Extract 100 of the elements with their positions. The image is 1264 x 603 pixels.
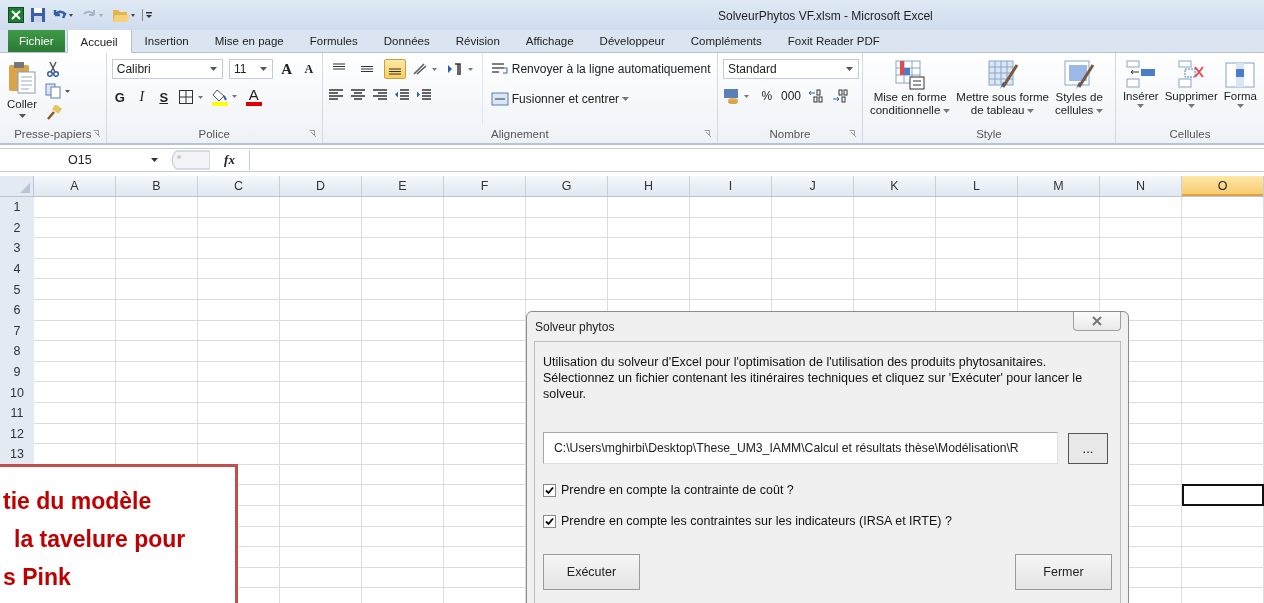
row-header[interactable]: 1 (0, 197, 34, 218)
paintbrush-icon[interactable] (45, 105, 64, 121)
row-header[interactable]: 2 (0, 217, 34, 239)
dialog-launcher-icon[interactable] (308, 130, 317, 138)
percent-button[interactable]: % (758, 89, 775, 103)
align-left-icon[interactable] (327, 88, 344, 102)
row-header[interactable]: 5 (0, 279, 34, 300)
caret-icon (1236, 104, 1244, 108)
row-header[interactable]: 3 (0, 238, 34, 259)
dialog-button[interactable]: Fermer (1015, 554, 1112, 590)
file-path-field[interactable]: C:\Users\mghirbi\Desktop\These_UM3_IAMM\Calcul et résultats thèse\Modélisation\R (543, 432, 1058, 464)
merge-cells-icon (490, 92, 509, 106)
customize-toolbar-icon[interactable] (142, 8, 152, 22)
paragraph-direction-icon[interactable] (445, 62, 476, 76)
italic-button[interactable]: I (133, 89, 150, 105)
row-header[interactable]: 11 (0, 402, 34, 424)
decrease-indent-icon[interactable] (393, 88, 410, 102)
wrap-text-button[interactable]: Renvoyer à la ligne automatiquement (490, 59, 711, 79)
active-cell-border[interactable] (1182, 484, 1264, 507)
clipboard-icon (7, 61, 37, 95)
dialog-button[interactable]: Exécuter (543, 554, 640, 590)
column-header[interactable]: F (444, 176, 526, 196)
checkbox[interactable] (543, 514, 556, 528)
ribbon-tab[interactable]: Formules (296, 30, 371, 52)
insert-function-button[interactable]: fx (210, 150, 250, 170)
font-name-dropdown[interactable]: Calibri (111, 59, 223, 79)
style-button[interactable]: Styles de cellules (1052, 57, 1106, 119)
paint-bucket-icon[interactable] (211, 88, 240, 106)
ribbon-tab[interactable]: Révision (442, 30, 513, 52)
copy-icon[interactable] (45, 83, 72, 99)
row-header[interactable]: 7 (0, 320, 34, 342)
name-box[interactable]: O15 (6, 150, 166, 170)
checkbox[interactable] (543, 483, 556, 497)
close-button[interactable] (1073, 312, 1121, 331)
format-cells-icon (1224, 59, 1257, 89)
row-header[interactable]: 12 (0, 423, 34, 445)
ribbon-tab[interactable]: Compléments (677, 30, 775, 52)
style-button[interactable]: Mise en forme conditionnelle (867, 57, 953, 119)
align-right-icon[interactable] (371, 88, 388, 102)
dialog-description: Utilisation du solveur d'Excel pour l'optimisation de l'utilisation des produits phytosanitaires. Sélectionnez un fichier contenant les itinéraires techniques et cliquez sur 'Exécuter' pour lancer le solveur. (543, 354, 1084, 402)
callout-text: s Pink (3, 563, 71, 592)
orientation-icon[interactable] (411, 62, 440, 76)
column-header[interactable]: H (608, 176, 690, 196)
ribbon-tab[interactable]: Affichage (512, 30, 587, 52)
file-tab[interactable]: Fichier (8, 30, 65, 52)
row-header[interactable]: 10 (0, 382, 34, 403)
cells-button[interactable]: Supprimer (1162, 57, 1220, 110)
column-header[interactable]: A (34, 176, 116, 196)
grow-font-button[interactable]: A (278, 60, 295, 78)
row-header[interactable]: 6 (0, 299, 34, 321)
row-header[interactable]: 9 (0, 361, 34, 383)
font-color-button[interactable]: A (245, 88, 262, 106)
column-header[interactable]: O (1182, 176, 1264, 196)
bold-button[interactable]: G (111, 89, 128, 105)
underline-button[interactable]: S (155, 89, 172, 105)
row-header[interactable]: 4 (0, 258, 34, 280)
row-header[interactable]: 8 (0, 341, 34, 362)
merge-center-button[interactable]: Fusionner et centrer (490, 89, 711, 109)
align-center-icon[interactable] (349, 88, 366, 102)
column-header[interactable]: G (526, 176, 608, 196)
column-header[interactable]: I (690, 176, 772, 196)
cells-button[interactable]: Insérer (1120, 57, 1161, 110)
column-header[interactable]: L (936, 176, 1018, 196)
dialog-launcher-icon[interactable] (703, 130, 712, 138)
column-header[interactable]: B (116, 176, 198, 196)
column-header[interactable]: J (772, 176, 854, 196)
ribbon-tab[interactable]: Mise en page (201, 30, 297, 52)
column-header[interactable]: M (1018, 176, 1100, 196)
paste-button[interactable]: Coller (5, 57, 40, 120)
increase-indent-icon[interactable] (415, 88, 432, 102)
increase-decimal-icon[interactable] (807, 88, 825, 104)
ribbon-tab[interactable]: Foxit Reader PDF (774, 30, 893, 52)
callout-text: tie du modèle (3, 487, 152, 516)
ribbon-tab[interactable]: Développeur (586, 30, 678, 52)
caret-icon (209, 67, 217, 71)
column-header[interactable]: E (362, 176, 444, 196)
dialog-launcher-icon[interactable] (848, 130, 857, 138)
scissors-icon[interactable] (45, 61, 62, 77)
borders-icon[interactable] (177, 89, 206, 105)
row-header[interactable]: 13 (0, 444, 34, 465)
column-header[interactable]: D (280, 176, 362, 196)
ribbon-tab[interactable]: Accueil (66, 29, 132, 53)
wrap-text-icon (490, 62, 509, 76)
shrink-font-button[interactable]: A (300, 61, 317, 77)
column-header[interactable]: K (854, 176, 936, 196)
group-label: Presse-papiers (14, 128, 92, 140)
thousands-separator-button[interactable]: 000 (780, 89, 801, 103)
dialog-launcher-icon[interactable] (92, 130, 101, 138)
save-icon[interactable] (30, 7, 46, 23)
decrease-decimal-icon[interactable] (831, 88, 849, 104)
cells-button[interactable]: Forma (1221, 57, 1259, 110)
font-size-dropdown[interactable]: 11 (228, 59, 273, 79)
number-format-dropdown[interactable]: Standard (722, 59, 859, 79)
vertical-align-button[interactable] (383, 59, 406, 79)
ribbon-tab[interactable]: Données (370, 30, 443, 52)
style-button[interactable]: Mettre sous forme de tableau (954, 57, 1051, 119)
column-header[interactable]: C (198, 176, 280, 196)
close-icon (1091, 316, 1103, 326)
browse-button[interactable]: ... (1068, 432, 1108, 464)
ribbon-tab[interactable]: Insertion (131, 30, 202, 52)
